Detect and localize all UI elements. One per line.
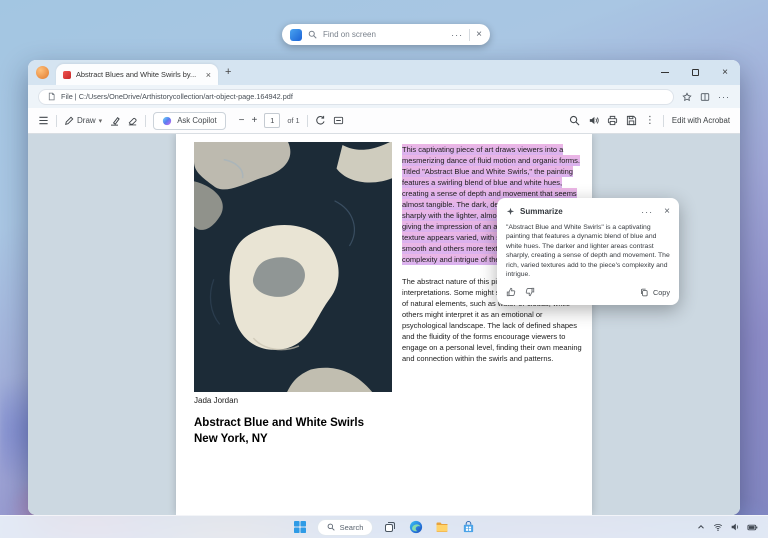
more-options-vertical-icon[interactable]: ⋮ (645, 116, 655, 126)
search-icon (327, 523, 335, 531)
system-tray (696, 522, 758, 533)
pdf-page: This captivating piece of art draws view… (176, 134, 592, 515)
popup-title: Summarize (520, 207, 563, 216)
ask-copilot-button[interactable]: Ask Copilot (153, 112, 225, 130)
minimize-button[interactable] (650, 60, 680, 85)
file-explorer-icon[interactable] (433, 518, 451, 536)
hidden-icons-chevron[interactable] (696, 522, 706, 532)
draw-label: Draw (77, 116, 96, 125)
battery-icon[interactable] (747, 522, 758, 533)
window-controls: × (650, 60, 740, 85)
thumbs-down-icon[interactable] (525, 287, 535, 297)
highlighter-icon[interactable] (109, 115, 120, 126)
sparkle-icon (506, 207, 515, 216)
search-document-icon[interactable] (569, 115, 580, 126)
favorites-star-icon[interactable] (682, 92, 692, 102)
toolbar-right-group: ⋮ Edit with Acrobat (569, 115, 730, 127)
title-bar[interactable]: Abstract Blues and White Swirls by... × … (28, 60, 740, 85)
start-button[interactable] (291, 518, 309, 536)
task-view-icon[interactable] (381, 518, 399, 536)
save-icon[interactable] (626, 115, 637, 126)
artwork-image (194, 142, 392, 392)
find-on-screen-bar[interactable]: Find on screen ··· × (282, 24, 490, 45)
popup-footer: Copy (506, 287, 670, 297)
fit-to-page-icon[interactable] (333, 115, 344, 126)
zoom-in-button[interactable]: + (251, 116, 257, 126)
taskbar: Search (0, 515, 768, 538)
pdf-viewport[interactable]: This captivating piece of art draws view… (28, 134, 740, 515)
divider (469, 29, 470, 41)
popup-header: Summarize ··· × (506, 206, 670, 217)
divider (663, 115, 664, 127)
summary-text: "Abstract Blue and White Swirls" is a ca… (506, 223, 670, 279)
popup-more-icon[interactable]: ··· (641, 207, 653, 217)
read-aloud-icon[interactable] (588, 115, 599, 126)
desktop: Find on screen ··· × Abstract Blues and … (0, 0, 768, 538)
summarize-popup: Summarize ··· × "Abstract Blue and White… (497, 198, 679, 305)
copilot-icon (162, 116, 172, 126)
maximize-button[interactable] (680, 60, 710, 85)
artwork-title: Abstract Blue and White Swirls (194, 417, 364, 429)
eraser-icon[interactable] (127, 115, 138, 126)
thumbs-up-icon[interactable] (506, 287, 516, 297)
screen-capture-app-icon (290, 29, 302, 41)
browser-tab[interactable]: Abstract Blues and White Swirls by... × (56, 64, 218, 85)
page-total-label: of 1 (287, 116, 299, 125)
copy-button[interactable]: Copy (640, 288, 670, 297)
close-icon[interactable]: × (476, 29, 482, 40)
wifi-icon[interactable] (713, 522, 723, 532)
edge-icon[interactable] (407, 518, 425, 536)
divider (307, 115, 308, 127)
pdf-toolbar: Draw ▾ Ask Copilot − + 1 of 1 (28, 108, 740, 134)
chevron-down-icon: ▾ (99, 117, 103, 125)
tab-title: Abstract Blues and White Swirls by... (76, 70, 201, 79)
copy-icon (640, 288, 649, 297)
store-icon[interactable] (459, 518, 477, 536)
volume-icon[interactable] (730, 522, 740, 532)
page-number-input[interactable]: 1 (264, 113, 280, 128)
copy-label: Copy (653, 288, 670, 297)
more-options-icon[interactable]: ··· (451, 30, 463, 40)
profile-avatar[interactable] (36, 66, 49, 79)
close-window-button[interactable]: × (710, 60, 740, 85)
browser-window: Abstract Blues and White Swirls by... × … (28, 60, 740, 515)
draw-tool-button[interactable]: Draw ▾ (64, 116, 102, 126)
divider (56, 115, 57, 127)
browser-menu-icon[interactable]: ··· (718, 92, 730, 102)
pdf-favicon (63, 71, 71, 79)
search-icon (308, 30, 317, 39)
find-on-screen-placeholder[interactable]: Find on screen (323, 30, 445, 39)
taskbar-search-label: Search (340, 523, 364, 532)
pen-icon (64, 116, 74, 126)
ask-copilot-label: Ask Copilot (177, 116, 216, 125)
table-of-contents-icon[interactable] (38, 115, 49, 126)
address-bar: File | C:/Users/OneDrive/Arthistorycolle… (28, 85, 740, 108)
popup-close-icon[interactable]: × (664, 206, 670, 217)
divider (145, 115, 146, 127)
new-tab-button[interactable]: + (225, 67, 231, 78)
edit-with-acrobat-button[interactable]: Edit with Acrobat (672, 116, 730, 125)
taskbar-center-group: Search (291, 518, 478, 536)
document-icon (47, 92, 56, 101)
print-icon[interactable] (607, 115, 618, 126)
rotate-icon[interactable] (315, 115, 326, 126)
artwork-location: New York, NY (194, 433, 268, 445)
tab-close-icon[interactable]: × (206, 70, 211, 80)
url-text: File | C:/Users/OneDrive/Arthistorycolle… (61, 92, 293, 101)
artist-name: Jada Jordan (194, 396, 238, 405)
split-screen-icon[interactable] (700, 92, 710, 102)
url-field[interactable]: File | C:/Users/OneDrive/Arthistorycolle… (38, 89, 674, 105)
zoom-out-button[interactable]: − (239, 116, 245, 126)
taskbar-search[interactable]: Search (317, 519, 374, 536)
